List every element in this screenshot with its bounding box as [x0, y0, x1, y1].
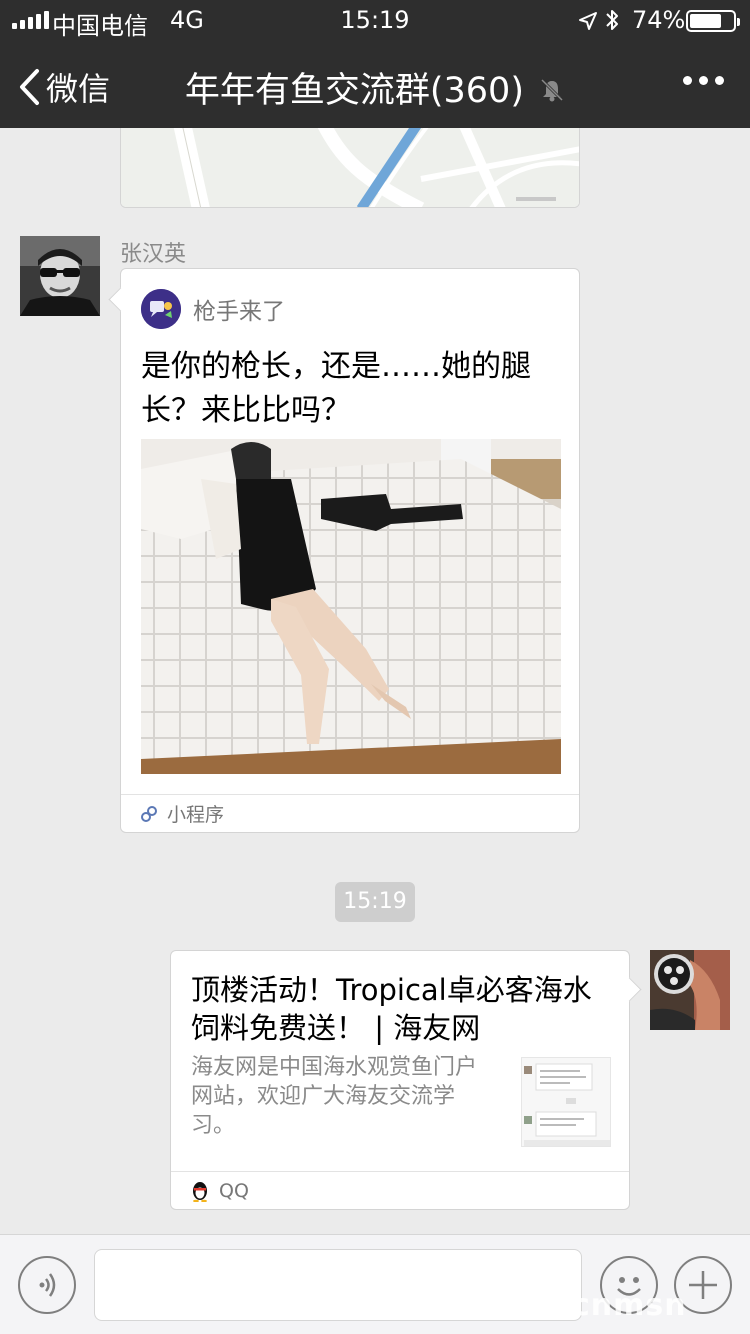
- battery-percent: 74%: [632, 6, 686, 34]
- my-avatar[interactable]: [650, 950, 730, 1030]
- chat-message-list[interactable]: 张汉英 枪手来了 是你的枪长，还是……她的腿长？来比比吗？ 小程序 15:19 …: [0, 128, 750, 1234]
- sender-avatar[interactable]: [20, 236, 100, 316]
- mini-program-header: 枪手来了: [141, 289, 285, 329]
- map-preview-image: [121, 128, 579, 207]
- more-options-button[interactable]: [683, 76, 724, 85]
- chat-title-area: 年年有鱼交流群(360): [0, 62, 750, 113]
- watermark-text: cnmsn: [572, 1288, 687, 1323]
- mini-program-footer: 小程序: [121, 794, 579, 832]
- link-share-message[interactable]: 顶楼活动！Tropical卓必客海水饲料免费送！ | 海友网 海友网是中国海水观…: [170, 950, 630, 1210]
- battery-icon: [686, 10, 740, 32]
- location-map-message[interactable]: [120, 128, 580, 208]
- voice-button[interactable]: [18, 1256, 76, 1314]
- mini-program-logo-icon: [141, 289, 181, 329]
- mini-program-title: 是你的枪长，还是……她的腿长？来比比吗？: [141, 349, 531, 428]
- navigation-bar: 中国电信 4G 15:19 74% 微信 年年有鱼交流群(360): [0, 0, 750, 128]
- mini-program-label: 小程序: [167, 804, 225, 826]
- link-description: 海友网是中国海水观赏鱼门户网站，欢迎广大海友交流学习。: [191, 1055, 478, 1138]
- location-arrow-icon: [578, 9, 598, 37]
- mute-bell-icon: [539, 72, 565, 112]
- mini-program-name: 枪手来了: [193, 299, 285, 325]
- chat-title: 年年有鱼交流群(360): [184, 71, 524, 111]
- link-source: QQ: [171, 1171, 629, 1209]
- sender-name: 张汉英: [120, 242, 187, 267]
- link-title: 顶楼活动！Tropical卓必客海水饲料免费送！ | 海友网: [191, 973, 592, 1045]
- message-input[interactable]: [94, 1249, 582, 1321]
- qq-penguin-icon: [193, 1181, 207, 1202]
- avatar-icon: [650, 950, 730, 1030]
- link-thumbnail: [521, 1057, 611, 1147]
- avatar-icon: [20, 236, 100, 316]
- status-bar: 中国电信 4G 15:19 74%: [0, 0, 750, 40]
- mini-program-link-icon: [141, 805, 157, 822]
- time-divider: 15:19: [335, 882, 415, 922]
- bluetooth-icon: [604, 8, 620, 38]
- voice-icon: [39, 1273, 56, 1297]
- battery-level-fill: [690, 14, 721, 28]
- thumbnail-image: [522, 1058, 610, 1146]
- mini-program-cover-image: [141, 439, 561, 774]
- mini-program-message[interactable]: 枪手来了 是你的枪长，还是……她的腿长？来比比吗？ 小程序: [120, 268, 580, 833]
- link-source-label: QQ: [219, 1179, 249, 1202]
- more-dots-icon: [683, 76, 692, 85]
